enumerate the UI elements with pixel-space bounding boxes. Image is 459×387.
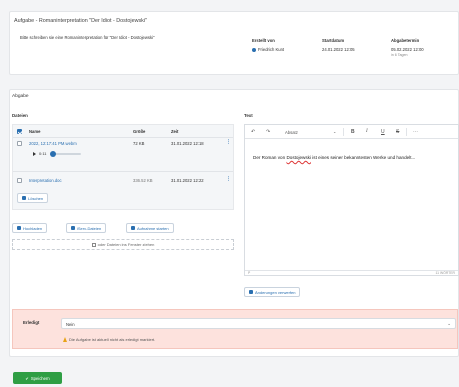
file-time: 31.01.2022 12:22: [171, 178, 204, 183]
undo-icon[interactable]: ↶: [251, 129, 255, 135]
record-label: Aufnahme starten: [137, 225, 169, 231]
task-info-card: Aufgabe - Romaninterpretation "Der Idiot…: [9, 11, 459, 75]
status-selected-value: Nein: [66, 322, 75, 327]
check-icon: ✔: [25, 375, 29, 381]
submission-heading: Abgabe: [12, 94, 29, 99]
editor-text-end: ist eines seiner bekanntesten Werke und …: [310, 155, 416, 160]
file-icon: [71, 226, 75, 230]
redo-icon[interactable]: ↷: [266, 129, 270, 135]
due-label: Abgabetermin: [391, 38, 420, 43]
audio-player[interactable]: 0:11: [33, 150, 81, 157]
status-warning: Die Aufgabe ist aktuell nicht als erledi…: [63, 337, 155, 342]
audio-seek-bar[interactable]: [49, 150, 81, 157]
audio-time: 0:11: [39, 151, 47, 156]
row-divider: [13, 137, 233, 138]
warning-text: Die Aufgabe ist aktuell nicht als erledi…: [69, 337, 156, 342]
start-value: 24.01.2022 12:05: [322, 47, 355, 52]
file-size: 336.52 KB: [133, 178, 153, 183]
start-date: Startdatum 24.01.2022 12:05: [322, 38, 355, 52]
text-heading: Text: [244, 113, 253, 118]
discard-label: Änderungen verwerfen: [255, 289, 296, 295]
file-time: 31.01.2022 12:18: [171, 141, 204, 146]
delete-label: Löschen: [28, 195, 44, 201]
status-label: Erledigt: [23, 320, 40, 325]
created-by-link[interactable]: Friedrich Kunt: [252, 47, 284, 52]
seek-knob[interactable]: [49, 150, 56, 157]
play-icon[interactable]: [33, 151, 36, 156]
save-button[interactable]: ✔ Speichern: [13, 372, 62, 384]
word-count: 11 WÖRTER: [435, 271, 455, 275]
editor-path: P: [248, 271, 251, 275]
editor-text-start: Der Roman von: [253, 155, 287, 160]
chevron-down-icon: ⌄: [447, 321, 451, 326]
trash-icon: [22, 196, 26, 200]
editor-content[interactable]: Der Roman von Dostojewski ist eines sein…: [253, 153, 448, 162]
upload-label: Hochladen: [23, 225, 43, 231]
more-icon[interactable]: ⋯: [413, 129, 418, 135]
undo-changes-icon: [249, 290, 253, 294]
row-checkbox[interactable]: [17, 141, 22, 146]
user-icon: [252, 47, 256, 52]
bold-icon[interactable]: B: [351, 129, 355, 135]
delete-button[interactable]: Löschen: [17, 193, 49, 203]
iserv-files-label: iServ-Dateien: [77, 225, 102, 231]
due-note: in 6 Tagen: [391, 53, 408, 57]
toolbar-divider: [343, 128, 344, 136]
file-link[interactable]: 2022, 12:17:41 PM.webm: [29, 141, 77, 146]
toolbar-divider: [406, 128, 407, 136]
microphone-icon: [131, 226, 135, 230]
task-description: Bitte schreiben sie eine Romaninterpreta…: [20, 35, 155, 40]
editor-statusbar: P 11 WÖRTER: [245, 270, 458, 275]
file-link[interactable]: Interpretation.doc: [29, 178, 62, 183]
due-date: Abgabetermin 05.02.2022 12:00 in 6 Tagen: [391, 38, 424, 57]
due-value: 05.02.2022 12:00: [391, 47, 424, 52]
created-by: Erstellt von Friedrich Kunt: [252, 38, 284, 52]
status-panel: Erledigt Nein ⌄ Die Aufgabe ist aktuell …: [12, 309, 458, 349]
italic-icon[interactable]: I: [366, 129, 368, 134]
file-name[interactable]: Interpretation.doc: [29, 178, 62, 183]
created-by-value: Friedrich Kunt: [258, 47, 285, 52]
file-name[interactable]: 2022, 12:17:41 PM.webm: [29, 141, 77, 146]
upload-area-icon: [91, 242, 96, 247]
record-button[interactable]: Aufnahme starten: [126, 223, 174, 233]
dropzone-text: oder Dateien ins Fenster ziehen: [97, 242, 155, 247]
column-name: Name: [29, 129, 41, 134]
column-time: Zeit: [171, 129, 179, 134]
discard-changes-button[interactable]: Änderungen verwerfen: [244, 287, 301, 297]
created-by-label: Erstellt von: [252, 38, 275, 43]
file-size: 72 KB: [133, 141, 145, 146]
upload-button[interactable]: Hochladen: [12, 223, 48, 233]
editor-toolbar: ↶ ↷ Absatz ⌄ B I U S ⋯: [245, 125, 458, 139]
status-select[interactable]: Nein ⌄: [61, 318, 456, 329]
select-all-checkbox[interactable]: [17, 129, 22, 134]
misspelled-word: Dostojewski: [286, 155, 311, 160]
paragraph-style-select[interactable]: Absatz: [285, 130, 298, 135]
iserv-files-button[interactable]: iServ-Dateien: [66, 223, 107, 233]
files-heading: Dateien: [12, 113, 28, 118]
files-table: Name Größe Zeit 2022, 12:17:41 PM.webm 7…: [12, 124, 234, 210]
chevron-down-icon[interactable]: ⌄: [333, 129, 336, 134]
underline-icon[interactable]: U: [381, 129, 385, 135]
upload-icon: [17, 226, 21, 230]
text-editor[interactable]: ↶ ↷ Absatz ⌄ B I U S ⋯ Der Roman von Dos…: [244, 124, 459, 276]
save-label: Speichern: [30, 375, 50, 381]
more-options-icon[interactable]: ⋮: [226, 139, 231, 145]
start-label: Startdatum: [322, 38, 345, 43]
row-divider: [13, 171, 233, 172]
strikethrough-icon[interactable]: S: [396, 129, 399, 135]
file-dropzone[interactable]: oder Dateien ins Fenster ziehen: [12, 239, 234, 250]
more-options-icon[interactable]: ⋮: [226, 176, 231, 182]
column-size: Größe: [133, 129, 146, 134]
task-title: Aufgabe - Romaninterpretation "Der Idiot…: [14, 18, 147, 24]
row-checkbox[interactable]: [17, 178, 22, 183]
warning-icon: [63, 337, 67, 342]
